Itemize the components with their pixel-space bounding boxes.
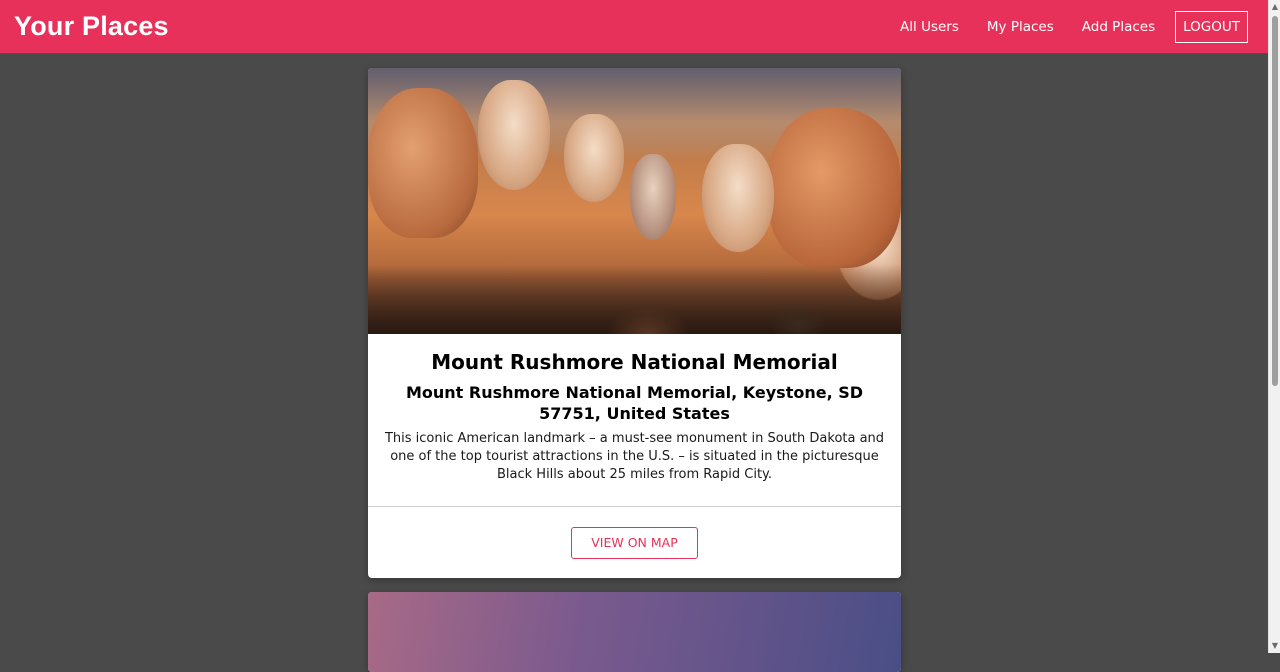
- nav-all-users-link[interactable]: All Users: [900, 18, 959, 36]
- image-face-roosevelt: [630, 154, 676, 240]
- place-description: This iconic American landmark – a must-s…: [384, 431, 885, 482]
- view-on-map-button[interactable]: VIEW ON MAP: [571, 526, 698, 559]
- image-face-jefferson: [564, 114, 624, 202]
- place-card: [368, 592, 901, 672]
- nav-my-places-link[interactable]: My Places: [987, 18, 1054, 36]
- place-actions: VIEW ON MAP: [368, 506, 901, 578]
- place-card: Mount Rushmore National Memorial Mount R…: [368, 68, 901, 578]
- main-header: Your Places All Users My Places Add Plac…: [0, 0, 1268, 54]
- place-address: Mount Rushmore National Memorial, Keysto…: [405, 383, 864, 423]
- main-navigation: All Users My Places Add Places LOGOUT: [900, 10, 1248, 43]
- image-face-lincoln: [702, 144, 774, 252]
- scroll-down-arrow-icon[interactable]: ▼: [1269, 639, 1280, 653]
- logout-button[interactable]: LOGOUT: [1175, 10, 1248, 43]
- nav-add-places-link[interactable]: Add Places: [1082, 18, 1155, 36]
- place-image: [368, 68, 901, 334]
- page-scrollbar[interactable]: ▲ ▼: [1268, 0, 1280, 653]
- place-title: Mount Rushmore National Memorial: [431, 350, 838, 374]
- image-rock-right: [768, 108, 901, 268]
- scroll-up-arrow-icon[interactable]: ▲: [1269, 0, 1280, 14]
- scrollbar-thumb[interactable]: [1272, 16, 1278, 386]
- image-face-washington: [478, 80, 550, 190]
- image-trees: [368, 264, 901, 334]
- image-rock-left: [368, 88, 478, 238]
- place-image: [368, 592, 901, 672]
- place-details: Mount Rushmore National Memorial Mount R…: [368, 334, 901, 506]
- site-title[interactable]: Your Places: [14, 11, 169, 42]
